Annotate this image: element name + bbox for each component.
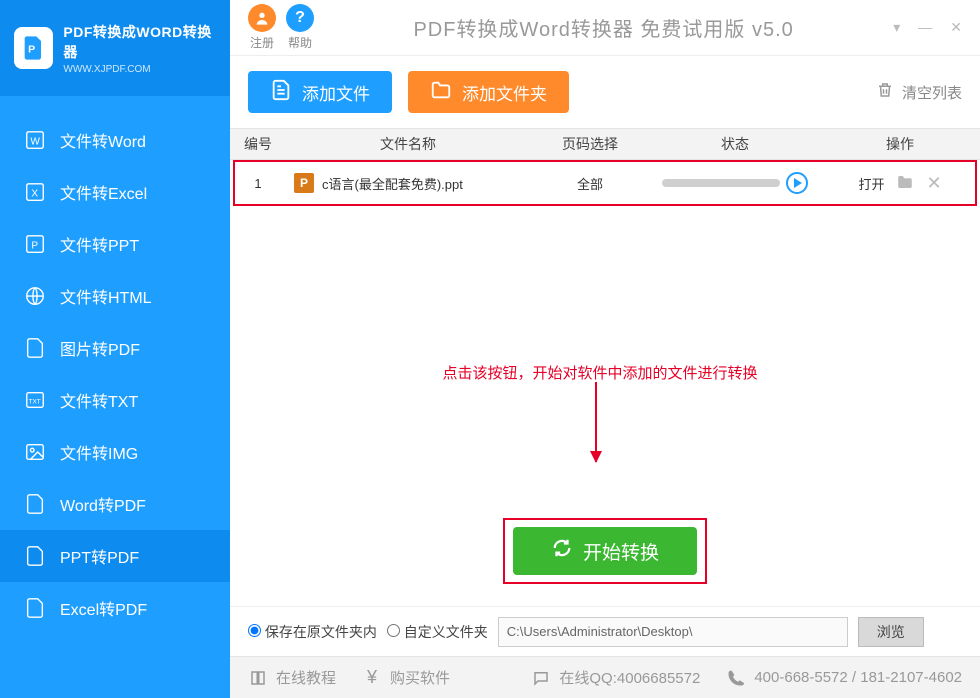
col-num: 编号 [230, 134, 286, 154]
phone-contact[interactable]: 400-668-5572 / 181-2107-4602 [726, 668, 962, 688]
yen-icon: ¥ [362, 668, 382, 688]
sidebar-item-word[interactable]: W 文件转Word [0, 114, 230, 166]
play-button[interactable] [786, 172, 808, 194]
buy-link[interactable]: ¥购买软件 [362, 667, 450, 688]
trash-icon [876, 81, 894, 103]
sidebar-item-label: Excel转PDF [60, 596, 147, 620]
chat-icon [531, 668, 551, 688]
excel-icon: X [24, 181, 46, 203]
sidebar-item-label: Word转PDF [60, 492, 146, 516]
phone-icon [726, 668, 746, 688]
add-file-button[interactable]: 添加文件 [248, 71, 392, 113]
annotation-text: 点击该按钮，开始对软件中添加的文件进行转换 [400, 362, 800, 383]
sidebar-item-label: 文件转Excel [60, 180, 147, 204]
svg-text:X: X [31, 189, 38, 200]
user-icon [248, 4, 276, 32]
toolbar: 添加文件 添加文件夹 清空列表 [230, 56, 980, 128]
sidebar-item-imgpdf[interactable]: 图片转PDF [0, 322, 230, 374]
main-panel: 注册 ? 帮助 PDF转换成Word转换器 免费试用版 v5.0 ▾ — ✕ 添… [230, 0, 980, 698]
convert-highlight [503, 518, 707, 584]
svg-text:TXT: TXT [29, 399, 41, 406]
col-op: 操作 [820, 134, 980, 154]
sidebar-item-label: PPT转PDF [60, 544, 139, 568]
dropdown-icon[interactable]: ▾ [893, 19, 900, 36]
sidebar-item-label: 文件转PPT [60, 232, 139, 256]
sidebar-item-excel[interactable]: X 文件转Excel [0, 166, 230, 218]
html-icon [24, 285, 46, 307]
add-folder-button[interactable]: 添加文件夹 [408, 71, 569, 113]
annotation-arrow [595, 382, 597, 462]
minimize-icon[interactable]: — [918, 19, 932, 36]
sidebar: P PDF转换成WORD转换器 WWW.XJPDF.COM W 文件转Word X… [0, 0, 230, 698]
col-status: 状态 [650, 134, 820, 154]
pdf-icon [24, 545, 46, 567]
sidebar-item-label: 图片转PDF [60, 336, 140, 360]
sidebar-item-label: 文件转TXT [60, 388, 138, 412]
radio-custom-folder[interactable]: 自定义文件夹 [387, 622, 488, 642]
close-icon[interactable]: ✕ [950, 19, 962, 36]
logo-title: PDF转换成WORD转换器 [63, 22, 216, 62]
svg-text:W: W [30, 137, 40, 148]
register-button[interactable]: 注册 [248, 4, 276, 51]
book-icon [248, 668, 268, 688]
qq-contact[interactable]: 在线QQ:4006685572 [531, 667, 700, 688]
browse-button[interactable]: 浏览 [858, 617, 924, 647]
folder-icon [430, 79, 452, 106]
file-icon [270, 79, 292, 106]
file-name: c语言(最全配套免费).ppt [322, 174, 463, 193]
table-header: 编号 文件名称 页码选择 状态 操作 [230, 128, 980, 160]
ppt-file-icon: P [294, 173, 314, 193]
sidebar-item-ppt[interactable]: P 文件转PPT [0, 218, 230, 270]
folder-open-icon[interactable] [896, 173, 914, 194]
progress-bar [662, 179, 780, 187]
titlebar: 注册 ? 帮助 PDF转换成Word转换器 免费试用版 v5.0 ▾ — ✕ [230, 0, 980, 56]
open-link[interactable]: 打开 [858, 174, 884, 193]
sidebar-item-html[interactable]: 文件转HTML [0, 270, 230, 322]
ppt-icon: P [24, 233, 46, 255]
sidebar-item-wordpdf[interactable]: Word转PDF [0, 478, 230, 530]
sidebar-item-label: 文件转IMG [60, 440, 138, 464]
table-body: 1 P c语言(最全配套免费).ppt 全部 打开 ✕ 点击该按钮，开始对软件中… [230, 160, 980, 496]
sidebar-item-pptpdf[interactable]: PPT转PDF [0, 530, 230, 582]
sidebar-item-label: 文件转HTML [60, 284, 152, 308]
pdf-icon [24, 597, 46, 619]
sidebar-item-label: 文件转Word [60, 128, 146, 152]
tutorial-link[interactable]: 在线教程 [248, 667, 336, 688]
convert-area: 开始转换 [230, 496, 980, 606]
radio-same-folder[interactable]: 保存在原文件夹内 [248, 622, 377, 642]
row-page: 全部 [530, 174, 650, 193]
clear-list-button[interactable]: 清空列表 [876, 81, 962, 103]
pdf-icon [24, 337, 46, 359]
svg-text:P: P [31, 241, 38, 252]
svg-text:P: P [28, 44, 35, 56]
sidebar-item-txt[interactable]: TXT 文件转TXT [0, 374, 230, 426]
save-path-input[interactable] [498, 617, 848, 647]
sidebar-item-excelpdf[interactable]: Excel转PDF [0, 582, 230, 634]
logo-subtitle: WWW.XJPDF.COM [63, 64, 216, 75]
txt-icon: TXT [24, 389, 46, 411]
logo-area: P PDF转换成WORD转换器 WWW.XJPDF.COM [0, 0, 230, 96]
pdf-icon [24, 493, 46, 515]
footer: 在线教程 ¥购买软件 在线QQ:4006685572 400-668-5572 … [230, 656, 980, 698]
remove-icon[interactable]: ✕ [926, 173, 941, 194]
logo-icon: P [14, 27, 53, 69]
help-button[interactable]: ? 帮助 [286, 4, 314, 51]
col-page: 页码选择 [530, 134, 650, 154]
word-icon: W [24, 129, 46, 151]
sidebar-item-img[interactable]: 文件转IMG [0, 426, 230, 478]
save-bar: 保存在原文件夹内 自定义文件夹 浏览 [230, 606, 980, 656]
col-name: 文件名称 [286, 134, 530, 154]
help-icon: ? [286, 4, 314, 32]
row-num: 1 [230, 176, 286, 191]
table-row[interactable]: 1 P c语言(最全配套免费).ppt 全部 打开 ✕ [230, 160, 980, 206]
image-icon [24, 441, 46, 463]
app-title: PDF转换成Word转换器 免费试用版 v5.0 [324, 13, 883, 42]
sidebar-menu: W 文件转Word X 文件转Excel P 文件转PPT 文件转HTML 图片转PD… [0, 96, 230, 634]
